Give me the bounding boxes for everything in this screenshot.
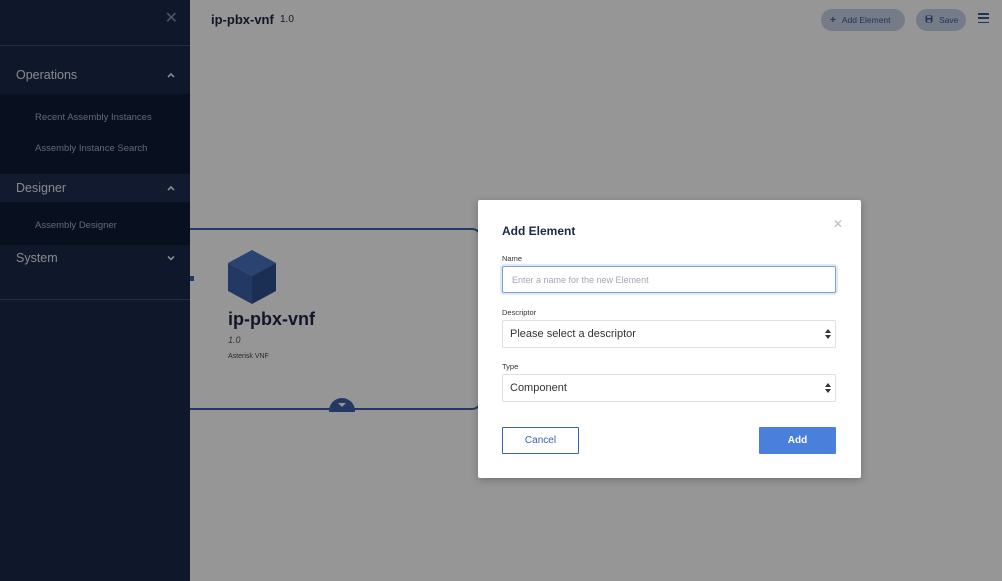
add-button[interactable]: Add (759, 427, 836, 454)
name-label: Name (502, 254, 523, 263)
type-select[interactable]: Component (502, 374, 836, 402)
close-icon[interactable]: ✕ (833, 218, 843, 230)
name-input[interactable] (502, 266, 836, 293)
descriptor-label: Descriptor (502, 308, 537, 317)
descriptor-selected-value: Please select a descriptor (510, 328, 636, 340)
type-selected-value: Component (510, 382, 567, 394)
cancel-button[interactable]: Cancel (502, 427, 579, 454)
select-arrows-icon (825, 329, 831, 339)
descriptor-select[interactable]: Please select a descriptor (502, 320, 836, 348)
type-label: Type (502, 362, 519, 371)
select-arrows-icon (825, 383, 831, 393)
add-element-dialog: Add Element ✕ Name Descriptor Please sel… (478, 200, 861, 478)
dialog-title: Add Element (502, 224, 576, 238)
